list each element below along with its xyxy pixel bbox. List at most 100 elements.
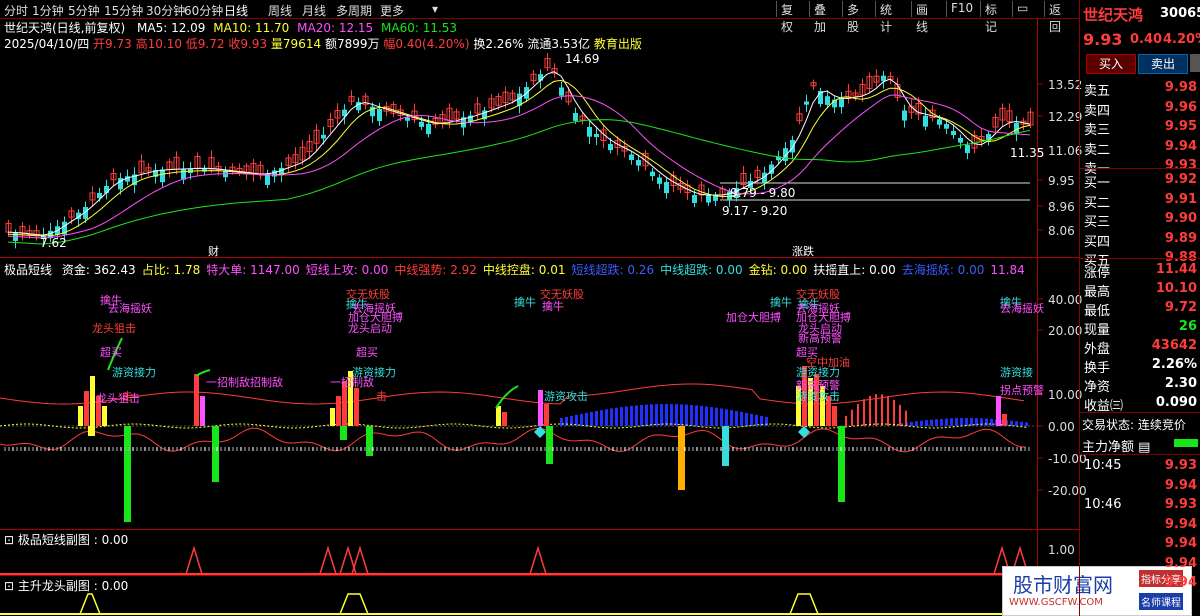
indicator-value: 短线上攻: 0.00 xyxy=(305,263,389,277)
ask-label: 卖四 xyxy=(1084,103,1111,119)
number-strip xyxy=(84,447,86,451)
indicator-value: 11.84 xyxy=(990,263,1025,277)
number-strip xyxy=(376,447,378,451)
number-strip xyxy=(628,447,630,451)
number-strip xyxy=(176,447,178,451)
number-strip xyxy=(168,447,170,451)
stock-change: 0.40 xyxy=(1130,32,1163,47)
price-tick: 11.06 xyxy=(1048,144,1083,158)
main-flow-bar xyxy=(1174,439,1198,447)
tick-price: 9.94 xyxy=(1164,555,1197,571)
number-strip xyxy=(592,447,594,451)
indicator-bar xyxy=(845,416,847,426)
number-strip xyxy=(808,447,810,451)
sell-button[interactable]: 卖出 xyxy=(1138,54,1188,74)
number-strip xyxy=(900,447,902,451)
stat-value: 9.72 xyxy=(1164,300,1197,315)
number-strip xyxy=(180,447,182,451)
number-strip xyxy=(568,447,570,451)
number-strip xyxy=(696,447,698,451)
number-strip xyxy=(296,447,298,451)
indicator-tick: 40.00 xyxy=(1048,293,1083,307)
stat-label: 最高 xyxy=(1084,285,1111,300)
bid-price: 9.89 xyxy=(1164,230,1197,246)
indicator-header: 极品短线 资金: 362.43 占比: 1.78 特大单: 1147.00 短线上攻:… xyxy=(4,261,1025,278)
number-strip xyxy=(932,447,934,451)
candle-body xyxy=(902,110,907,121)
number-strip xyxy=(500,447,502,451)
number-strip xyxy=(476,447,478,451)
stat-label: 换手 xyxy=(1084,361,1111,376)
tick-price: 9.94 xyxy=(1164,575,1197,590)
number-strip xyxy=(896,447,898,451)
candle-body xyxy=(181,168,186,180)
number-strip xyxy=(828,447,830,451)
candle-body xyxy=(958,138,963,143)
indicator-bar xyxy=(670,404,673,426)
indicator-bar xyxy=(745,412,748,426)
signal-label: 去海摇妖 xyxy=(1000,302,1044,315)
signal-label: 游资接 xyxy=(1000,366,1033,379)
indicator-bar xyxy=(725,409,728,426)
indicator-bar xyxy=(881,394,883,426)
indicator-bar xyxy=(544,404,549,426)
number-strip xyxy=(4,447,6,451)
number-strip xyxy=(372,447,374,451)
number-strip xyxy=(528,447,530,451)
number-strip xyxy=(780,447,782,451)
candle-body xyxy=(160,169,165,183)
number-strip xyxy=(416,447,418,451)
range-mark-2: 9.17 - 9.20 xyxy=(722,204,788,218)
number-strip xyxy=(924,447,926,451)
indicator-bar xyxy=(700,405,703,426)
number-strip xyxy=(920,447,922,451)
number-strip xyxy=(824,447,826,451)
number-strip xyxy=(736,447,738,451)
number-strip xyxy=(12,447,14,451)
indicator-bar xyxy=(680,404,683,426)
number-strip xyxy=(616,447,618,451)
number-strip xyxy=(840,447,842,451)
number-strip xyxy=(856,447,858,451)
number-strip xyxy=(644,447,646,451)
number-strip xyxy=(384,447,386,451)
number-strip xyxy=(844,447,846,451)
price-tick: 8.96 xyxy=(1048,200,1075,214)
indicator-bar-down xyxy=(678,426,685,490)
number-strip xyxy=(552,447,554,451)
indicator-bar xyxy=(595,411,598,426)
number-strip xyxy=(404,447,406,451)
price-low-mark: 7.62 xyxy=(40,236,67,250)
sub1-icon: ⊡ xyxy=(4,533,15,547)
number-strip xyxy=(440,447,442,451)
indicator-bar xyxy=(935,419,938,426)
number-strip xyxy=(268,447,270,451)
indicator-bar xyxy=(832,406,837,426)
separator xyxy=(0,575,1079,576)
diamond-marker xyxy=(534,426,546,438)
signal-label: 一招制敌招制敌 xyxy=(206,376,283,389)
stat-value: 10.10 xyxy=(1155,281,1197,296)
indicator-bar xyxy=(645,404,648,426)
buy-button[interactable]: 买入 xyxy=(1086,54,1136,74)
indicator-bar xyxy=(945,418,948,426)
number-strip xyxy=(432,447,434,451)
number-strip xyxy=(480,447,482,451)
number-strip xyxy=(340,447,342,451)
number-strip xyxy=(556,447,558,451)
number-strip xyxy=(708,447,710,451)
number-strip xyxy=(576,447,578,451)
number-strip xyxy=(548,447,550,451)
expand-handle[interactable] xyxy=(1190,54,1200,72)
tick-price: 9.93 xyxy=(1164,458,1197,473)
signal-label: 加仓大胆搏 xyxy=(726,311,781,324)
number-strip xyxy=(1016,447,1018,451)
sub1-header: ⊡ 极品短线副图 : 0.00 xyxy=(4,531,128,548)
flow-table-icon[interactable]: ▤ xyxy=(1138,440,1150,455)
number-strip xyxy=(544,447,546,451)
number-strip xyxy=(660,447,662,451)
separator xyxy=(1037,18,1038,616)
number-strip xyxy=(688,447,690,451)
number-strip xyxy=(64,447,66,451)
number-strip xyxy=(604,447,606,451)
